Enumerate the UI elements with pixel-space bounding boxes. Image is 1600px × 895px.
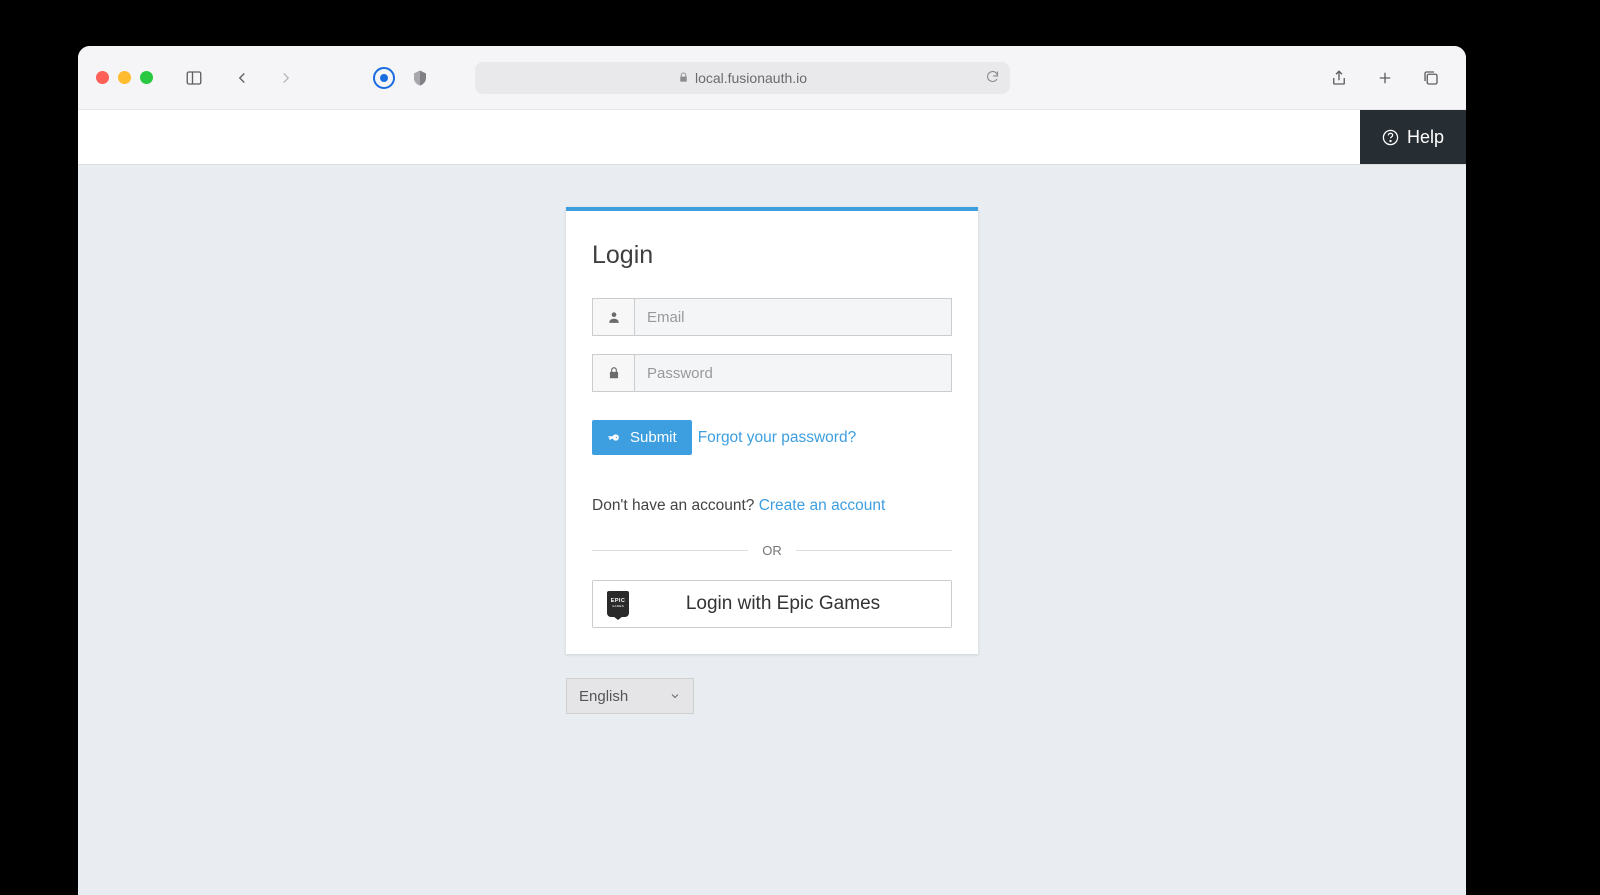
lock-icon bbox=[678, 72, 689, 83]
traffic-lights bbox=[96, 71, 153, 84]
password-row bbox=[592, 354, 952, 392]
epic-button-label: Login with Epic Games bbox=[629, 593, 937, 615]
user-icon bbox=[592, 298, 634, 336]
privacy-shield-icon[interactable] bbox=[409, 67, 431, 89]
divider-row: OR bbox=[592, 543, 952, 558]
help-button[interactable]: Help bbox=[1360, 110, 1466, 164]
maximize-window-button[interactable] bbox=[140, 71, 153, 84]
register-row: Don't have an account? Create an account bbox=[592, 497, 952, 515]
close-window-button[interactable] bbox=[96, 71, 109, 84]
app-topbar: Help bbox=[78, 110, 1466, 165]
forgot-password-link[interactable]: Forgot your password? bbox=[698, 429, 857, 447]
lock-icon bbox=[592, 354, 634, 392]
divider-line-right bbox=[796, 550, 952, 551]
browser-toolbar: local.fusionauth.io bbox=[78, 46, 1466, 110]
onepassword-icon[interactable] bbox=[373, 67, 395, 89]
no-account-text: Don't have an account? bbox=[592, 497, 759, 514]
forward-button[interactable] bbox=[275, 67, 297, 89]
sidebar-toggle-icon[interactable] bbox=[183, 67, 205, 89]
email-row bbox=[592, 298, 952, 336]
help-label: Help bbox=[1407, 127, 1444, 148]
new-tab-icon[interactable] bbox=[1374, 67, 1396, 89]
divider-label: OR bbox=[762, 543, 782, 558]
refresh-icon[interactable] bbox=[985, 69, 1000, 87]
app-content: Help Login Submit bbox=[78, 110, 1466, 895]
submit-button[interactable]: Submit bbox=[592, 420, 692, 455]
language-select[interactable]: English bbox=[566, 678, 694, 714]
language-selected: English bbox=[579, 688, 628, 705]
login-card: Login Submit Forgot your password? bbox=[566, 207, 978, 654]
key-icon bbox=[607, 430, 622, 445]
divider-line-left bbox=[592, 550, 748, 551]
back-button[interactable] bbox=[231, 67, 253, 89]
action-row: Submit Forgot your password? bbox=[592, 420, 952, 455]
password-input[interactable] bbox=[634, 354, 952, 392]
create-account-link[interactable]: Create an account bbox=[759, 497, 886, 514]
login-epic-button[interactable]: EPIC GAMES Login with Epic Games bbox=[592, 580, 952, 628]
email-input[interactable] bbox=[634, 298, 952, 336]
share-icon[interactable] bbox=[1328, 67, 1350, 89]
browser-window: local.fusionauth.io Help Login bbox=[78, 46, 1466, 895]
tabs-overview-icon[interactable] bbox=[1420, 67, 1442, 89]
url-text: local.fusionauth.io bbox=[695, 70, 807, 86]
minimize-window-button[interactable] bbox=[118, 71, 131, 84]
epic-games-icon: EPIC GAMES bbox=[607, 591, 629, 617]
submit-label: Submit bbox=[630, 429, 677, 446]
login-title: Login bbox=[592, 241, 952, 270]
chevron-down-icon bbox=[669, 690, 681, 702]
address-bar[interactable]: local.fusionauth.io bbox=[475, 62, 1010, 94]
